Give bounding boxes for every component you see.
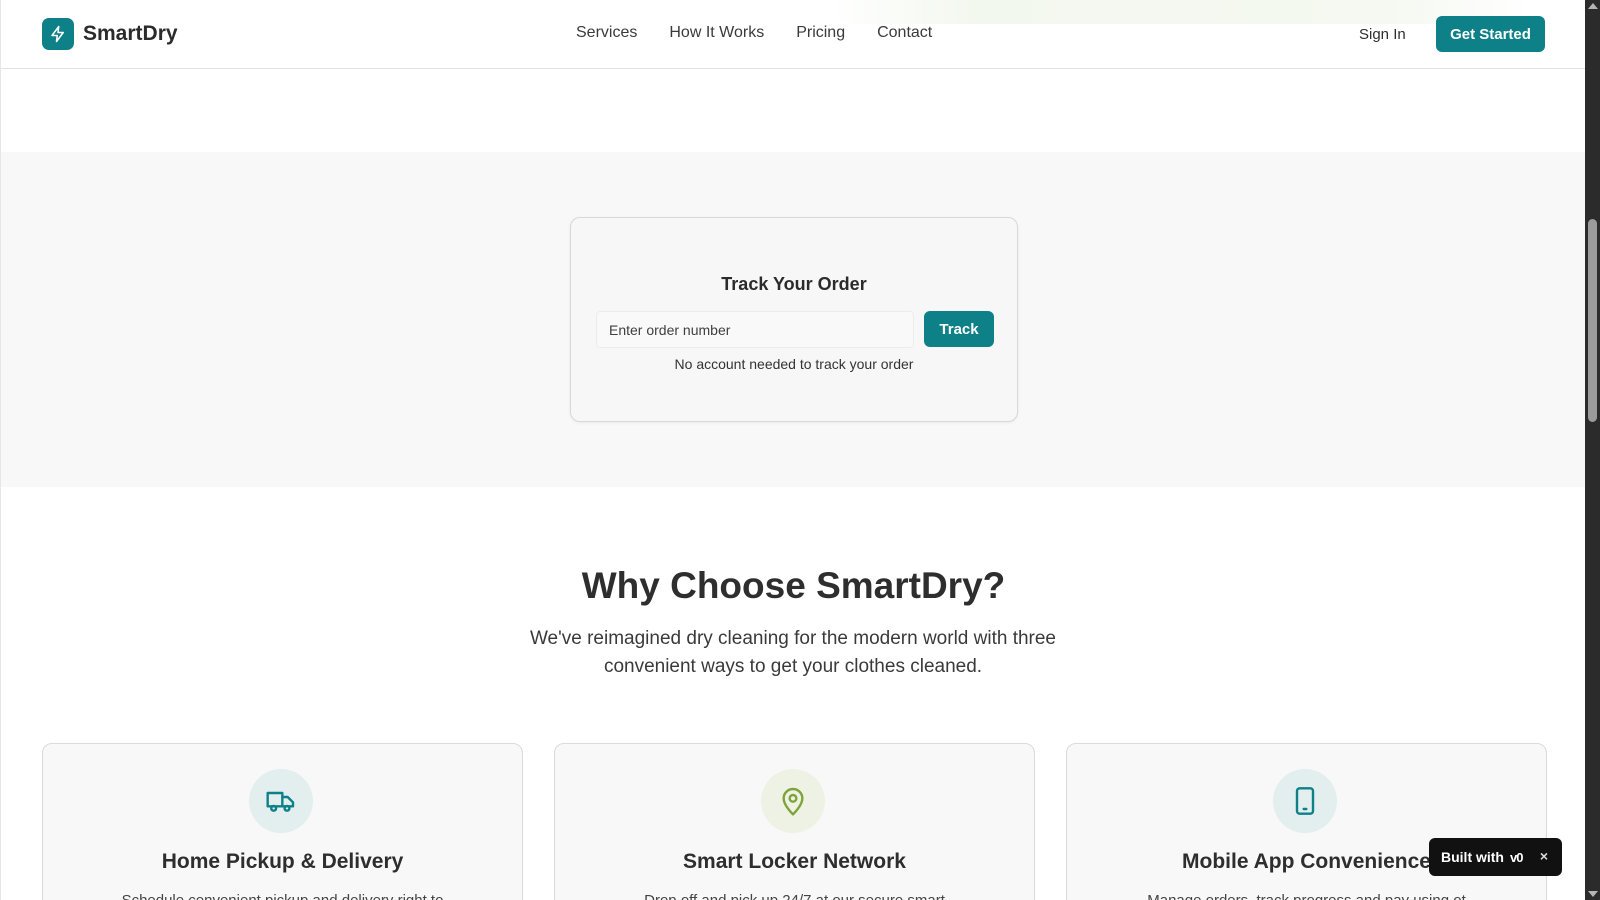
nav-link-how-it-works[interactable]: How It Works xyxy=(669,24,764,42)
order-number-input[interactable] xyxy=(596,311,914,348)
feature-card-smart-locker: Smart Locker Network Drop off and pick u… xyxy=(554,743,1035,900)
feature-title: Home Pickup & Delivery xyxy=(161,850,404,873)
built-with-badge[interactable]: Built with v0 × xyxy=(1429,838,1562,876)
track-order-card: Track Your Order Track No account needed… xyxy=(570,217,1018,422)
feature-description: Drop off and pick up 24/7 at our secure … xyxy=(555,892,1034,900)
why-section-title: Why Choose SmartDry? xyxy=(581,565,1006,606)
track-button[interactable]: Track xyxy=(924,311,994,347)
site-header: SmartDry Services How It Works Pricing C… xyxy=(1,0,1585,69)
track-order-section: Track Your Order Track No account needed… xyxy=(1,152,1585,487)
feature-title: Smart Locker Network xyxy=(683,850,906,873)
why-section-subtitle: We've reimagined dry cleaning for the mo… xyxy=(529,628,1057,677)
scroll-up-arrow-icon[interactable] xyxy=(1588,3,1598,9)
map-pin-icon xyxy=(761,769,825,833)
track-order-title: Track Your Order xyxy=(721,274,867,294)
nav-link-contact[interactable]: Contact xyxy=(877,24,932,42)
brand-name: SmartDry xyxy=(83,22,178,45)
truck-icon xyxy=(249,769,313,833)
vertical-scrollbar[interactable] xyxy=(1585,0,1600,900)
feature-description: Manage orders, track progress and pay us… xyxy=(1067,892,1546,900)
get-started-button[interactable]: Get Started xyxy=(1436,16,1545,52)
close-icon[interactable]: × xyxy=(1535,847,1553,865)
feature-description: Schedule convenient pickup and delivery … xyxy=(43,892,522,900)
brand-logo[interactable]: SmartDry xyxy=(42,18,178,50)
feature-card-home-pickup: Home Pickup & Delivery Schedule convenie… xyxy=(42,743,523,900)
scrollbar-thumb[interactable] xyxy=(1588,219,1597,422)
feature-card-mobile-app: Mobile App Convenience Manage orders, tr… xyxy=(1066,743,1547,900)
main-nav: Services How It Works Pricing Contact xyxy=(576,24,932,42)
v0-logo-icon: v0 xyxy=(1510,849,1524,865)
header-glow-decoration xyxy=(831,0,1531,24)
nav-link-pricing[interactable]: Pricing xyxy=(796,24,845,42)
badge-label: Built with xyxy=(1441,849,1504,865)
track-note: No account needed to track your order xyxy=(674,356,914,372)
tablet-icon xyxy=(1273,769,1337,833)
scroll-down-arrow-icon[interactable] xyxy=(1588,891,1598,897)
page: SmartDry Services How It Works Pricing C… xyxy=(0,0,1585,900)
nav-link-services[interactable]: Services xyxy=(576,24,637,42)
lightning-bolt-icon xyxy=(42,18,74,50)
sign-in-link[interactable]: Sign In xyxy=(1359,26,1406,43)
